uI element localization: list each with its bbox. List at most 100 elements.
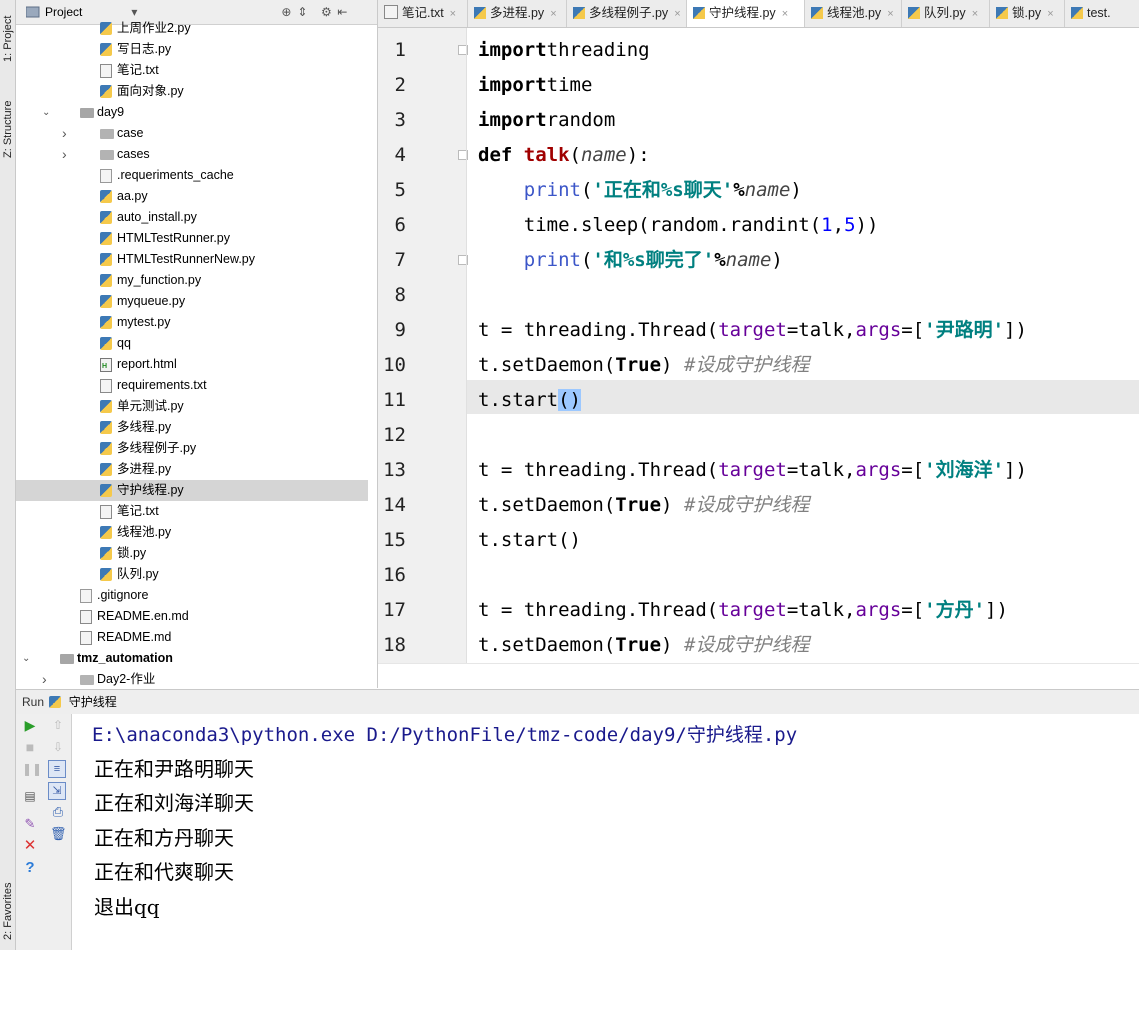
- tree-file[interactable]: 多线程例子.py: [16, 438, 368, 459]
- tab-close-icon[interactable]: ×: [972, 8, 978, 20]
- tree-file[interactable]: README.en.md: [16, 606, 368, 627]
- scroll-to-end-icon[interactable]: ⇲: [48, 782, 66, 800]
- tab-close-icon[interactable]: ×: [782, 8, 788, 20]
- favorites-tool-tab[interactable]: 2: Favorites: [0, 883, 15, 1010]
- close-icon[interactable]: ✕: [22, 838, 38, 854]
- tree-file[interactable]: .requeriments_cache: [16, 165, 368, 186]
- tree-file[interactable]: aa.py: [16, 186, 368, 207]
- scroll-up-icon[interactable]: ⇧: [50, 717, 66, 733]
- text-file-icon: [80, 631, 92, 645]
- code-token: name: [744, 179, 791, 201]
- print-icon[interactable]: ⎙: [50, 804, 66, 820]
- project-panel-title[interactable]: Project: [45, 5, 82, 19]
- python-file-icon: [49, 696, 62, 708]
- tree-file[interactable]: 多线程.py: [16, 417, 368, 438]
- tree-file[interactable]: 线程池.py: [16, 522, 368, 543]
- tree-item-label: myqueue.py: [117, 294, 186, 308]
- tree-file[interactable]: qq: [16, 333, 368, 354]
- tab-close-icon[interactable]: ×: [674, 8, 680, 20]
- editor-tab[interactable]: 队列.py ×: [902, 0, 990, 27]
- editor-tab[interactable]: 多进程.py ×: [468, 0, 567, 27]
- tab-close-icon[interactable]: ×: [450, 8, 456, 20]
- line-number: 14: [383, 494, 406, 516]
- python-file-icon: [908, 7, 920, 19]
- tree-file[interactable]: .gitignore: [16, 585, 368, 606]
- stop-icon[interactable]: ■: [22, 739, 38, 755]
- scroll-down-icon[interactable]: ⇩: [50, 739, 66, 755]
- code-token: '刘海洋': [924, 459, 1005, 481]
- tree-file[interactable]: 锁.py: [16, 543, 368, 564]
- tree-folder[interactable]: › cases: [16, 144, 368, 165]
- code-token: args: [855, 599, 902, 621]
- view-dropdown-icon[interactable]: ▾: [126, 5, 142, 19]
- collapsed-arrow-icon[interactable]: ›: [62, 123, 72, 144]
- tab-close-icon[interactable]: ×: [550, 8, 556, 20]
- tree-file[interactable]: 面向对象.py: [16, 81, 368, 102]
- expanded-arrow-icon[interactable]: ⌄: [22, 648, 32, 669]
- layout-icon[interactable]: ▤: [22, 788, 38, 804]
- tree-file[interactable]: requirements.txt: [16, 375, 368, 396]
- pause-icon[interactable]: ❚❚: [22, 761, 42, 777]
- line-number: 8: [394, 284, 406, 306]
- tree-file[interactable]: auto_install.py: [16, 207, 368, 228]
- tree-file[interactable]: HTMLTestRunnerNew.py: [16, 249, 368, 270]
- favorites-tool-tab-label: 2: Favorites: [2, 882, 14, 940]
- trash-icon[interactable]: 🗑: [50, 826, 67, 842]
- tree-folder[interactable]: ⌄ tmz_automation: [16, 648, 368, 669]
- code-token: import: [478, 109, 547, 131]
- tree-item-label: 笔记.txt: [117, 504, 159, 518]
- tree-folder[interactable]: › case: [16, 123, 368, 144]
- editor-tab[interactable]: 笔记.txt ×: [378, 0, 468, 27]
- editor-tab[interactable]: 守护线程.py ×: [687, 0, 805, 27]
- editor-tab[interactable]: 锁.py ×: [990, 0, 1065, 27]
- tree-file[interactable]: 多进程.py: [16, 459, 368, 480]
- line-number: 1: [394, 39, 406, 61]
- tree-file[interactable]: 笔记.txt: [16, 501, 368, 522]
- help-icon[interactable]: ?: [22, 860, 38, 876]
- tree-file[interactable]: HTMLTestRunner.py: [16, 228, 368, 249]
- soft-wrap-icon[interactable]: ≡: [48, 760, 66, 778]
- settings-gear-icon[interactable]: ⚙: [318, 5, 334, 19]
- run-config-tab[interactable]: 守护线程: [69, 695, 117, 709]
- tree-file[interactable]: 笔记.txt: [16, 60, 368, 81]
- editor-horizontal-scroll-area[interactable]: [378, 663, 1139, 689]
- collapsed-arrow-icon[interactable]: ›: [62, 144, 72, 165]
- tree-file[interactable]: my_function.py: [16, 270, 368, 291]
- python-file-icon: [100, 484, 112, 497]
- tree-file[interactable]: myqueue.py: [16, 291, 368, 312]
- collapsed-arrow-icon[interactable]: ›: [42, 669, 52, 688]
- editor-tab[interactable]: test.: [1065, 0, 1139, 27]
- tree-folder[interactable]: › Day2-作业: [16, 669, 368, 688]
- tree-file[interactable]: 上周作业2.py: [16, 18, 368, 39]
- structure-tool-tab[interactable]: Z: Structure: [0, 101, 15, 228]
- editor-tab[interactable]: 多线程例子.py ×: [567, 0, 687, 27]
- expanded-arrow-icon[interactable]: ⌄: [42, 102, 52, 123]
- tree-folder[interactable]: ⌄ day9: [16, 102, 368, 123]
- tab-close-icon[interactable]: ×: [1047, 8, 1053, 20]
- tree-item-label: .gitignore: [97, 588, 149, 602]
- code-token: (: [569, 144, 581, 166]
- editor-tab[interactable]: 线程池.py ×: [805, 0, 902, 27]
- tree-file[interactable]: report.html: [16, 354, 368, 375]
- pin-icon[interactable]: ✎: [22, 816, 38, 832]
- run-console[interactable]: E:\anaconda3\python.exe D:/PythonFile/tm…: [72, 714, 1139, 950]
- tree-file[interactable]: README.md: [16, 627, 368, 648]
- tree-file[interactable]: 队列.py: [16, 564, 368, 585]
- tree-file[interactable]: 守护线程.py: [16, 480, 368, 501]
- line-number: 5: [394, 179, 406, 201]
- console-output-line: 正在和方丹聊天: [94, 825, 234, 850]
- tree-file[interactable]: mytest.py: [16, 312, 368, 333]
- tab-close-icon[interactable]: ×: [887, 8, 893, 20]
- tree-file[interactable]: 单元测试.py: [16, 396, 368, 417]
- collapse-icon[interactable]: ⇕: [294, 5, 310, 19]
- code-token: name: [725, 249, 772, 271]
- hide-panel-icon[interactable]: ⇤: [334, 5, 350, 19]
- code-editor[interactable]: 1 2 3 4 5 6 7 8 9 10 11 12 13 14 15 16 17 18 importthread…: [378, 28, 1139, 689]
- code-token: import: [478, 39, 547, 61]
- locate-icon[interactable]: ⊕: [278, 5, 294, 19]
- code-token: ]): [1004, 319, 1027, 341]
- tree-file[interactable]: 写日志.py: [16, 39, 368, 60]
- rerun-icon[interactable]: ▶: [22, 717, 38, 733]
- tree-item-label: .requeriments_cache: [117, 168, 234, 182]
